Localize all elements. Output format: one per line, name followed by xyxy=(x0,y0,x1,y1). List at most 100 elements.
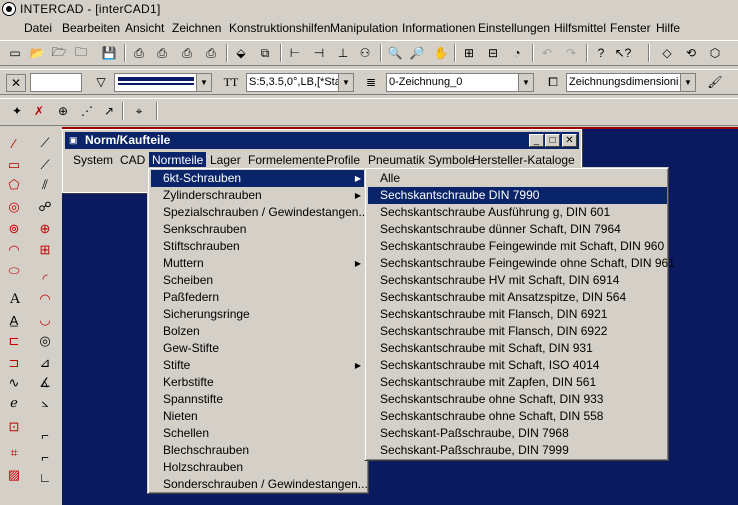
corner-icon[interactable]: ∟ xyxy=(36,469,54,485)
menu-bearbeiten[interactable]: Bearbeiten xyxy=(62,21,120,35)
submenu-item-din-6914[interactable]: Sechskantschraube HV mit Schaft, DIN 691… xyxy=(368,272,667,289)
chevron-down-icon[interactable]: ▼ xyxy=(680,74,695,91)
grid-snap-icon[interactable]: ⊞ xyxy=(36,242,54,258)
submenu-item-din-564[interactable]: Sechskantschraube mit Ansatzspitze, DIN … xyxy=(368,289,667,306)
menu-hilfsmittel[interactable]: Hilfsmittel xyxy=(554,21,606,35)
binoculars-icon[interactable]: ⚇ xyxy=(356,45,374,61)
menu-item-gew-stifte[interactable]: Gew-Stifte xyxy=(151,340,367,357)
linetype-select[interactable]: ▼ xyxy=(114,73,212,92)
angle-line-icon[interactable]: ⟋ xyxy=(36,157,54,173)
ellipse-icon[interactable]: ⬭ xyxy=(5,263,23,279)
submenu-item-din-561[interactable]: Sechskantschraube mit Zapfen, DIN 561 xyxy=(368,374,667,391)
text-icon[interactable]: A xyxy=(6,291,24,307)
menu-konstruktionshilfen[interactable]: Konstruktionshilfen xyxy=(229,21,330,35)
center-snap-icon[interactable]: ⊕ xyxy=(54,103,72,119)
pan-hand-icon[interactable]: ✋ xyxy=(432,45,450,61)
undo-icon[interactable]: ↶ xyxy=(538,45,556,61)
circle-center-icon[interactable]: ⊕ xyxy=(36,221,54,237)
redo-icon[interactable]: ↷ xyxy=(562,45,580,61)
view-iso-icon[interactable]: ⬡ xyxy=(706,45,724,61)
color-field[interactable] xyxy=(30,73,82,92)
submenu-item-din-6921[interactable]: Sechskantschraube mit Flansch, DIN 6921 xyxy=(368,306,667,323)
layer-stack-icon[interactable]: ≣ xyxy=(362,74,380,90)
arc-icon[interactable]: ◠ xyxy=(5,242,23,258)
redraw-icon[interactable]: ◔ xyxy=(508,45,526,61)
new-file-icon[interactable]: ▭ xyxy=(6,45,24,61)
cancel-icon[interactable]: ✕ xyxy=(6,74,26,92)
submenu-item-din-6922[interactable]: Sechskantschraube mit Flansch, DIN 6922 xyxy=(368,323,667,340)
text-style-icon[interactable]: TT xyxy=(222,74,240,90)
submenu-item-din-931[interactable]: Sechskantschraube mit Schaft, DIN 931 xyxy=(368,340,667,357)
line-snap-icon[interactable]: ⋰ xyxy=(78,103,96,119)
text-edit-icon[interactable]: A̲ xyxy=(5,312,23,328)
menu-zeichnen[interactable]: Zeichnen xyxy=(172,21,221,35)
menu-item-sicherungsringe[interactable]: Sicherungsringe xyxy=(151,306,367,323)
submenu-item-din-7968[interactable]: Sechskant-Paßschraube, DIN 7968 xyxy=(368,425,667,442)
menu-manipulation[interactable]: Manipulation xyxy=(330,21,398,35)
zoom-icon[interactable]: 🔍 xyxy=(386,45,404,61)
brush-icon[interactable]: 🖌 xyxy=(706,74,724,90)
submenu-item-din-7990[interactable]: Sechskantschraube DIN 7990 xyxy=(368,187,667,204)
hatch-lines-icon[interactable]: ⫽ xyxy=(36,177,54,193)
pen-icon[interactable]: ▽ xyxy=(92,74,110,90)
menu-ansicht[interactable]: Ansicht xyxy=(125,21,164,35)
zoom-all-icon[interactable]: ⊞ xyxy=(460,45,478,61)
menu-fenster[interactable]: Fenster xyxy=(610,21,651,35)
arc-tangent-icon[interactable]: ◡ xyxy=(36,312,54,328)
zoom-extents-icon[interactable]: ⊟ xyxy=(484,45,502,61)
menu-item-6kt-schrauben[interactable]: 6kt-Schrauben ▶ xyxy=(151,170,367,187)
submenu-item-alle[interactable]: Alle xyxy=(368,170,667,187)
norm-menu-system[interactable]: System xyxy=(70,152,116,168)
layer-icon[interactable]: ⬙ xyxy=(232,45,250,61)
spline-icon[interactable]: ∿ xyxy=(5,375,23,391)
menu-item-scheiben[interactable]: Scheiben xyxy=(151,272,367,289)
menu-item-blechschrauben[interactable]: Blechschrauben xyxy=(151,442,367,459)
arc-radius-icon[interactable]: ◜ xyxy=(36,271,54,287)
close-icon[interactable]: ✕ xyxy=(562,134,577,147)
norm-menu-cad[interactable]: CAD xyxy=(117,152,148,168)
measure-icon[interactable]: ⊢ xyxy=(286,45,304,61)
concentric-icon[interactable]: ◎ xyxy=(36,333,54,349)
chevron-down-icon[interactable]: ▼ xyxy=(518,74,533,91)
text-style-select[interactable]: S:5,3.5,0°,LB,[*Sta ▼ xyxy=(246,73,354,92)
fillet-icon[interactable]: ⌐ xyxy=(36,427,54,443)
menu-einstellungen[interactable]: Einstellungen xyxy=(478,21,550,35)
open-file-icon[interactable]: 📂 xyxy=(28,45,46,61)
circle-icon[interactable]: ◎ xyxy=(5,199,23,215)
circle-tangent-icon[interactable]: ☍ xyxy=(36,199,54,215)
menu-informationen[interactable]: Informationen xyxy=(402,21,475,35)
submenu-item-din-933[interactable]: Sechskantschraube ohne Schaft, DIN 933 xyxy=(368,391,667,408)
block-icon[interactable]: ⊡ xyxy=(5,419,23,435)
print-icon[interactable]: ⎙ xyxy=(130,45,148,61)
minimize-icon[interactable]: _ xyxy=(529,134,544,147)
chamfer-icon[interactable]: ⌐ xyxy=(36,449,54,465)
angle-dim-icon[interactable]: ⊿ xyxy=(36,355,54,371)
hatch-icon[interactable]: ▨ xyxy=(5,467,23,483)
submenu-item-din-7999[interactable]: Sechskant-Paßschraube, DIN 7999 xyxy=(368,442,667,459)
delete-point-icon[interactable]: ✗ xyxy=(30,103,48,119)
menu-hilfe[interactable]: Hilfe xyxy=(656,21,680,35)
view-3d-icon[interactable]: ◇ xyxy=(658,45,676,61)
submenu-item-iso-4014[interactable]: Sechskantschraube mit Schaft, ISO 4014 xyxy=(368,357,667,374)
angle-bisect-icon[interactable]: ⦣ xyxy=(36,395,54,411)
menu-item-zylinderschrauben[interactable]: Zylinderschrauben ▶ xyxy=(151,187,367,204)
norm-menu-pneumatik[interactable]: Pneumatik Symbole xyxy=(365,152,478,168)
freehand-icon[interactable]: ℯ xyxy=(5,395,23,411)
menu-item-bolzen[interactable]: Bolzen xyxy=(151,323,367,340)
view-rotate-icon[interactable]: ⟲ xyxy=(682,45,700,61)
dimension-linear-icon[interactable]: ⊏ xyxy=(5,333,23,349)
norm-menu-lager[interactable]: Lager xyxy=(207,152,244,168)
arc-three-point-icon[interactable]: ◠ xyxy=(36,291,54,307)
submenu-item-din-960[interactable]: Sechskantschraube Feingewinde mit Schaft… xyxy=(368,238,667,255)
menu-item-stiftschrauben[interactable]: Stiftschrauben xyxy=(151,238,367,255)
point-snap-icon[interactable]: ✦ xyxy=(8,103,26,119)
menu-datei[interactable]: Datei xyxy=(24,21,52,35)
norm-menu-formelemente[interactable]: Formelemente xyxy=(245,152,328,168)
context-help-icon[interactable]: ↖? xyxy=(614,45,632,61)
plot-settings-icon[interactable]: ⎙ xyxy=(202,45,220,61)
norm-menu-profile[interactable]: Profile xyxy=(323,152,363,168)
circle-point-icon[interactable]: ⊚ xyxy=(5,221,23,237)
norm-window-titlebar[interactable]: ▣ Norm/Kaufteile _ □ ✕ xyxy=(65,132,579,149)
norm-menu-normteile[interactable]: Normteile xyxy=(149,152,207,168)
app-icon[interactable] xyxy=(2,2,16,16)
